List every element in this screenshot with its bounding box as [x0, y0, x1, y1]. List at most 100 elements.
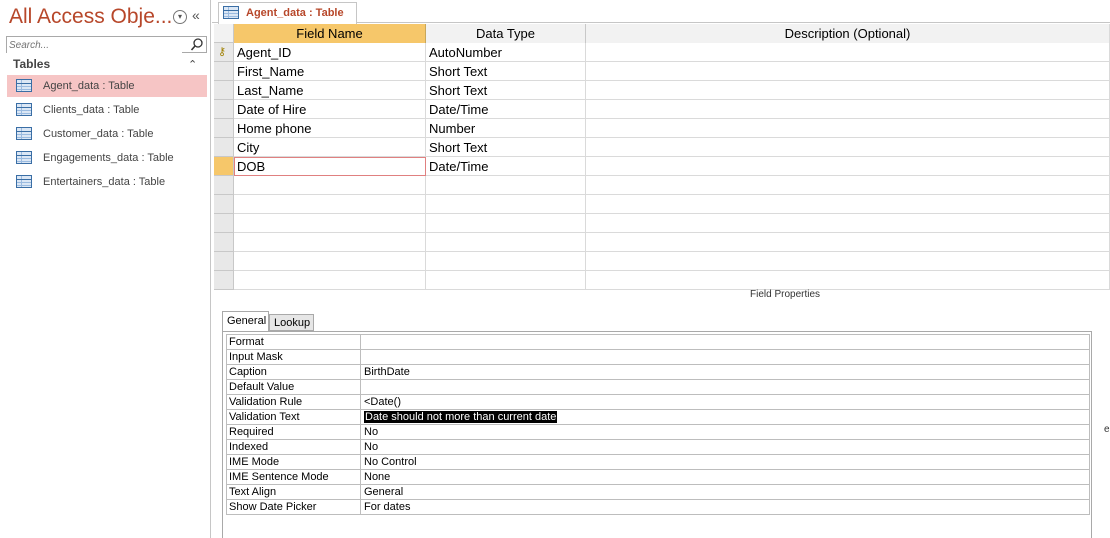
navigation-pane: All Access Obje... ▾ « Tables ⌃ Agent_da… [0, 0, 211, 538]
description-cell[interactable] [586, 233, 1110, 252]
property-row-text-align: Text Align General [227, 485, 1090, 500]
property-value[interactable] [360, 350, 1089, 364]
nav-item-agent-data[interactable]: Agent_data : Table [7, 75, 207, 97]
row-selector[interactable] [214, 271, 234, 290]
data-type-cell[interactable]: Date/Time [426, 157, 586, 176]
tab-lookup[interactable]: Lookup [269, 314, 314, 331]
property-value[interactable]: For dates [360, 500, 1089, 514]
row-selector[interactable] [214, 195, 234, 214]
data-type-cell[interactable] [426, 176, 586, 195]
field-name-cell[interactable] [234, 271, 426, 290]
row-selector[interactable] [214, 252, 234, 271]
description-cell[interactable] [586, 195, 1110, 214]
field-name-cell[interactable]: Agent_ID [234, 43, 426, 62]
row-selector-current[interactable] [214, 157, 234, 176]
field-name-cell[interactable] [234, 233, 426, 252]
description-cell[interactable] [586, 157, 1110, 176]
property-value[interactable] [360, 335, 1089, 349]
table-icon [16, 151, 32, 164]
description-cell[interactable] [586, 100, 1110, 119]
nav-group-tables[interactable]: Tables [13, 57, 50, 71]
search-icon[interactable] [190, 37, 204, 52]
row-selector[interactable] [214, 176, 234, 195]
table-design-grid: Field Name Data Type Description (Option… [214, 24, 1110, 290]
data-type-cell[interactable]: Short Text [426, 138, 586, 157]
field-properties-label: Field Properties [750, 289, 821, 300]
row-selector[interactable] [214, 119, 234, 138]
tab-general[interactable]: General [222, 311, 269, 332]
property-value[interactable] [360, 380, 1089, 394]
data-type-cell[interactable] [426, 233, 586, 252]
row-selector[interactable]: ⚷ [214, 43, 234, 62]
nav-item-label: Engagements_data : Table [43, 152, 174, 164]
property-name: Caption [229, 366, 267, 378]
field-name-cell[interactable] [234, 252, 426, 271]
nav-pane-title[interactable]: All Access Obje... [9, 5, 172, 29]
table-icon [223, 6, 239, 19]
nav-item-entertainers-data[interactable]: Entertainers_data : Table [7, 171, 207, 193]
description-cell[interactable] [586, 119, 1110, 138]
selected-text[interactable]: Date should not more than current date [364, 411, 558, 423]
field-name-cell[interactable]: DOB [234, 157, 426, 176]
property-value[interactable]: None [360, 470, 1089, 484]
column-header-data-type[interactable]: Data Type [426, 24, 586, 43]
data-type-cell[interactable]: Short Text [426, 62, 586, 81]
collapse-icon[interactable]: « [192, 7, 200, 23]
description-cell[interactable] [586, 81, 1110, 100]
field-name-cell[interactable] [234, 214, 426, 233]
row-selector[interactable] [214, 214, 234, 233]
nav-item-clients-data[interactable]: Clients_data : Table [7, 99, 207, 121]
property-value[interactable]: General [360, 485, 1089, 499]
data-type-cell[interactable] [426, 195, 586, 214]
property-value[interactable]: No Control [360, 455, 1089, 469]
property-value[interactable]: No [360, 425, 1089, 439]
nav-item-label: Clients_data : Table [43, 104, 140, 116]
chevron-down-icon[interactable]: ▾ [173, 10, 187, 24]
data-type-cell[interactable]: Short Text [426, 81, 586, 100]
property-value[interactable]: No [360, 440, 1089, 454]
row-selector[interactable] [214, 62, 234, 81]
field-name-cell[interactable]: City [234, 138, 426, 157]
row-selector[interactable] [214, 138, 234, 157]
data-type-cell[interactable]: Number [426, 119, 586, 138]
property-value[interactable]: BirthDate [360, 365, 1089, 379]
row-selector[interactable] [214, 100, 234, 119]
tab-agent-data[interactable]: Agent_data : Table [218, 2, 357, 24]
chevron-up-icon[interactable]: ⌃ [188, 58, 197, 71]
field-name-cell[interactable] [234, 195, 426, 214]
column-header-description[interactable]: Description (Optional) [586, 24, 1110, 43]
property-row-validation-text: Validation Text Date should not more tha… [227, 410, 1090, 425]
description-cell[interactable] [586, 176, 1110, 195]
data-type-cell[interactable] [426, 214, 586, 233]
description-cell[interactable] [586, 43, 1110, 62]
row-selector[interactable] [214, 81, 234, 100]
property-row-indexed: Indexed No [227, 440, 1090, 455]
description-cell[interactable] [586, 62, 1110, 81]
field-name-cell[interactable]: Home phone [234, 119, 426, 138]
description-cell[interactable] [586, 138, 1110, 157]
data-type-cell[interactable] [426, 252, 586, 271]
description-cell[interactable] [586, 214, 1110, 233]
property-value[interactable]: <Date() [360, 395, 1089, 409]
nav-item-customer-data[interactable]: Customer_data : Table [7, 123, 207, 145]
property-name: Format [229, 336, 264, 348]
field-name-cell[interactable] [234, 176, 426, 195]
data-type-cell[interactable]: AutoNumber [426, 43, 586, 62]
row-selector[interactable] [214, 233, 234, 252]
nav-item-engagements-data[interactable]: Engagements_data : Table [7, 147, 207, 169]
property-row-caption: Caption BirthDate [227, 365, 1090, 380]
description-cell[interactable] [586, 252, 1110, 271]
select-all-corner[interactable] [214, 24, 234, 43]
field-properties-panel: Format Input Mask Caption BirthDate Defa… [222, 331, 1092, 538]
property-value[interactable]: Date should not more than current date [360, 410, 1089, 424]
field-name-cell[interactable]: Date of Hire [234, 100, 426, 119]
data-type-cell[interactable]: Date/Time [426, 100, 586, 119]
column-header-field-name[interactable]: Field Name [234, 24, 426, 43]
data-type-cell[interactable] [426, 271, 586, 290]
field-name-cell[interactable]: First_Name [234, 62, 426, 81]
search-input[interactable] [7, 38, 182, 53]
property-name: Input Mask [229, 351, 283, 363]
field-name-cell[interactable]: Last_Name [234, 81, 426, 100]
description-cell[interactable] [586, 271, 1110, 290]
document-tab-bar: Agent_data : Table [212, 0, 1110, 24]
